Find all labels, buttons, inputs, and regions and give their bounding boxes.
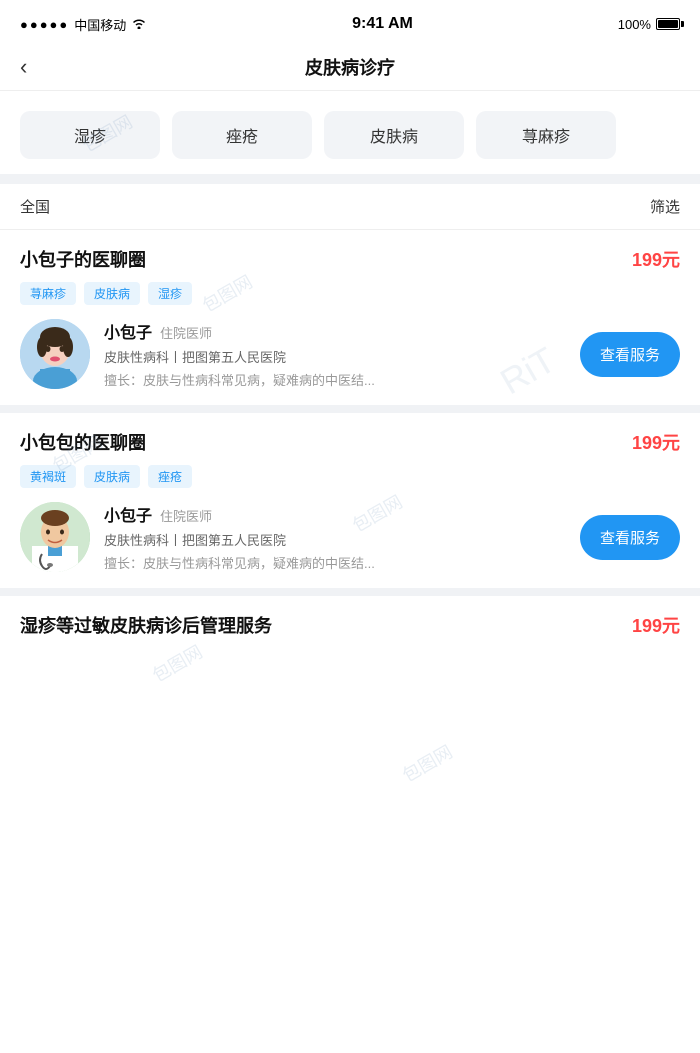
view-service-btn-0[interactable]: 查看服务	[580, 332, 680, 377]
card-header-1: 小包包的医聊圈 199元	[20, 429, 680, 455]
battery-percent: 100%	[618, 17, 651, 32]
card-doctor-1: 小包子 住院医师 皮肤性病科丨把图第五人民医院 擅长：皮肤与性病科常见病，疑难病…	[20, 502, 680, 588]
status-left: ●●●●● 中国移动	[20, 15, 147, 34]
signal-dots: ●●●●●	[20, 17, 69, 32]
bottom-card-header: 湿疹等过敏皮肤病诊后管理服务 199元	[20, 612, 680, 638]
filter-button[interactable]: 筛选	[650, 196, 680, 217]
tag-item-0[interactable]: 湿疹	[20, 111, 160, 159]
tags-grid: 湿疹 痤疮 皮肤病 荨麻疹	[20, 111, 680, 159]
card-tag-0-0[interactable]: 荨麻疹	[20, 282, 76, 305]
card-title-1: 小包包的医聊圈	[20, 429, 146, 455]
filter-location[interactable]: 全国	[20, 196, 50, 217]
watermark-5: 包图网	[147, 638, 207, 688]
doctor-avatar-0	[20, 319, 90, 389]
wifi-icon	[131, 16, 147, 32]
card-price-1: 199元	[632, 429, 680, 455]
card-0: 小包子的医聊圈 199元 荨麻疹 皮肤病 湿疹	[0, 230, 700, 413]
doctor-info-1: 小包子 住院医师 皮肤性病科丨把图第五人民医院 擅长：皮肤与性病科常见病，疑难病…	[104, 502, 566, 572]
card-1: 小包包的医聊圈 199元 黄褐斑 皮肤病 痤疮	[0, 413, 700, 596]
status-bar: ●●●●● 中国移动 9:41 AM 100%	[0, 0, 700, 44]
card-tags-1: 黄褐斑 皮肤病 痤疮	[20, 465, 680, 488]
avatar-male-icon	[20, 502, 90, 572]
doctor-avatar-1	[20, 502, 90, 572]
card-partial: 湿疹等过敏皮肤病诊后管理服务 199元	[0, 596, 700, 638]
card-title-0: 小包子的医聊圈	[20, 246, 146, 272]
carrier-name: 中国移动	[74, 15, 126, 34]
watermark-6: 包图网	[397, 738, 457, 788]
card-tag-1-2[interactable]: 痤疮	[148, 465, 192, 488]
doctor-specialty-0: 擅长：皮肤与性病科常见病，疑难病的中医结...	[104, 370, 384, 389]
card-tag-1-0[interactable]: 黄褐斑	[20, 465, 76, 488]
battery-icon	[656, 18, 680, 30]
page-title: 皮肤病诊疗	[305, 54, 395, 80]
card-tag-0-1[interactable]: 皮肤病	[84, 282, 140, 305]
card-doctor-0: 小包子 住院医师 皮肤性病科丨把图第五人民医院 擅长：皮肤与性病科常见病，疑难病…	[20, 319, 680, 405]
doctor-info-0: 小包子 住院医师 皮肤性病科丨把图第五人民医院 擅长：皮肤与性病科常见病，疑难病…	[104, 319, 566, 389]
doctor-hospital-1: 皮肤性病科丨把图第五人民医院	[104, 530, 566, 549]
tags-section: 湿疹 痤疮 皮肤病 荨麻疹	[0, 91, 700, 174]
card-price-0: 199元	[632, 246, 680, 272]
tag-item-3[interactable]: 荨麻疹	[476, 111, 616, 159]
status-right: 100%	[618, 17, 680, 32]
card-header-0: 小包子的医聊圈 199元	[20, 246, 680, 272]
tag-item-1[interactable]: 痤疮	[172, 111, 312, 159]
doctor-name-row-1: 小包子 住院医师	[104, 502, 566, 526]
card-tag-0-2[interactable]: 湿疹	[148, 282, 192, 305]
tag-item-2[interactable]: 皮肤病	[324, 111, 464, 159]
card-tag-1-1[interactable]: 皮肤病	[84, 465, 140, 488]
status-time: 9:41 AM	[352, 15, 413, 33]
doctor-title-0: 住院医师	[160, 323, 212, 342]
bottom-card-price: 199元	[632, 612, 680, 638]
view-service-btn-1[interactable]: 查看服务	[580, 515, 680, 560]
bottom-card-title: 湿疹等过敏皮肤病诊后管理服务	[20, 612, 272, 638]
filter-bar: 全国 筛选	[0, 184, 700, 230]
nav-bar: ‹ 皮肤病诊疗	[0, 44, 700, 91]
card-tags-0: 荨麻疹 皮肤病 湿疹	[20, 282, 680, 305]
doctor-name-0: 小包子	[104, 319, 152, 343]
doctor-hospital-0: 皮肤性病科丨把图第五人民医院	[104, 347, 566, 366]
doctor-specialty-1: 擅长：皮肤与性病科常见病，疑难病的中医结...	[104, 553, 384, 572]
section-divider	[0, 174, 700, 184]
back-button[interactable]: ‹	[20, 54, 27, 80]
doctor-title-1: 住院医师	[160, 506, 212, 525]
avatar-female-icon	[20, 319, 90, 389]
doctor-name-1: 小包子	[104, 502, 152, 526]
doctor-name-row-0: 小包子 住院医师	[104, 319, 566, 343]
